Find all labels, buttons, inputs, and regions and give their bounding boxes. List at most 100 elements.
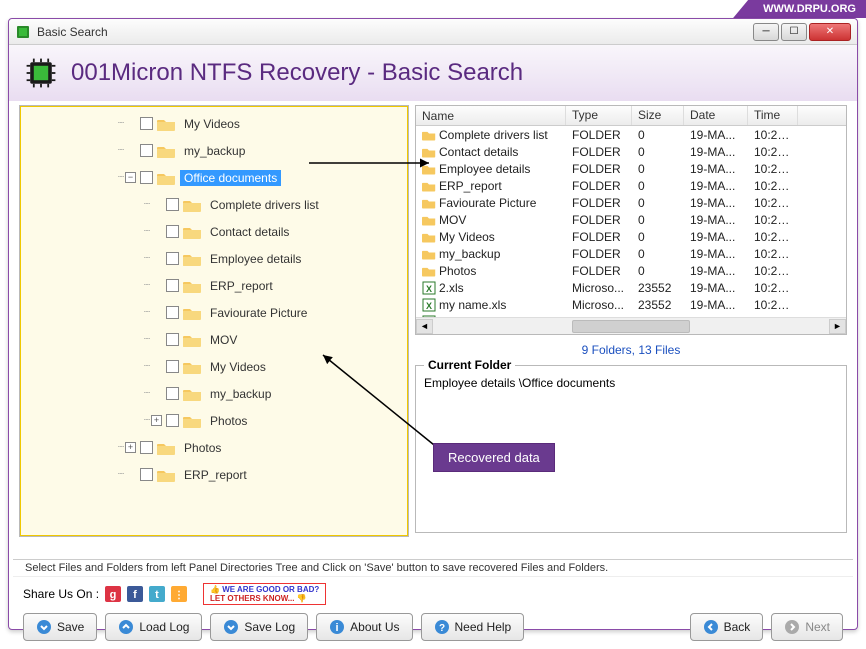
google-plus-icon[interactable]: g: [105, 586, 121, 602]
main-window: Basic Search ─ ☐ ✕ 001Micron NTFS Recove…: [8, 18, 858, 630]
cell-type: FOLDER: [566, 264, 632, 278]
twitter-icon[interactable]: t: [149, 586, 165, 602]
tree-label: Contact details: [206, 224, 293, 240]
back-button[interactable]: Back: [690, 613, 764, 641]
table-row[interactable]: MOVFOLDER019-MA...10:22:0: [416, 211, 846, 228]
tree-node[interactable]: ┈Complete drivers list: [20, 191, 408, 218]
checkbox[interactable]: [166, 306, 179, 319]
close-button[interactable]: ✕: [809, 23, 851, 41]
table-row[interactable]: ERP_reportFOLDER019-MA...10:22:0: [416, 177, 846, 194]
cell-type: FOLDER: [566, 196, 632, 210]
checkbox[interactable]: [166, 414, 179, 427]
checkbox[interactable]: [166, 387, 179, 400]
save-button[interactable]: Save: [23, 613, 97, 641]
info-icon: i: [329, 619, 345, 635]
checkbox[interactable]: [166, 252, 179, 265]
tree-node[interactable]: ┈My Videos: [20, 110, 408, 137]
cell-time: 10:22:0: [748, 179, 798, 193]
linkedin-icon[interactable]: ⋮: [171, 586, 187, 602]
cell-type: FOLDER: [566, 162, 632, 176]
scroll-left-arrow[interactable]: ◄: [416, 319, 433, 334]
checkbox[interactable]: [166, 279, 179, 292]
table-row[interactable]: Faviourate PictureFOLDER019-MA...10:22:0: [416, 194, 846, 211]
expander-icon[interactable]: +: [125, 442, 136, 453]
file-list[interactable]: Name Type Size Date Time Complete driver…: [415, 105, 847, 335]
checkbox[interactable]: [166, 225, 179, 238]
col-date[interactable]: Date: [684, 106, 748, 125]
h-scrollbar[interactable]: ◄ ►: [416, 317, 846, 334]
cell-size: 0: [632, 128, 684, 142]
col-size[interactable]: Size: [632, 106, 684, 125]
cell-date: 19-MA...: [684, 162, 748, 176]
table-row[interactable]: Xmy name.xlsMicroso...2355219-MA...10:23…: [416, 296, 846, 313]
feedback-banner[interactable]: 👍 WE ARE GOOD OR BAD? LET OTHERS KNOW...…: [203, 583, 326, 605]
tree-label: Complete drivers list: [206, 197, 323, 213]
tree-panel[interactable]: ┈My Videos┈my_backup┈−Office documents┈C…: [19, 105, 409, 537]
scroll-thumb[interactable]: [572, 320, 691, 333]
tree-node[interactable]: ┈ERP_report: [20, 272, 408, 299]
svg-text:⋮: ⋮: [174, 590, 184, 601]
tree-node[interactable]: ┈Employee details: [20, 245, 408, 272]
current-folder-title: Current Folder: [424, 358, 515, 372]
tree-label: ERP_report: [206, 278, 277, 294]
table-row[interactable]: My VideosFOLDER019-MA...10:22:0: [416, 228, 846, 245]
tree-node[interactable]: ┈my_backup: [20, 380, 408, 407]
table-row[interactable]: Complete drivers listFOLDER019-MA...10:2…: [416, 126, 846, 143]
checkbox[interactable]: [166, 360, 179, 373]
tree-node[interactable]: ┈ERP_report: [20, 461, 408, 488]
savelog-icon: [223, 619, 239, 635]
file-list-header[interactable]: Name Type Size Date Time: [416, 106, 846, 126]
table-row[interactable]: Employee detailsFOLDER019-MA...10:22:0: [416, 160, 846, 177]
tree-node[interactable]: ┈−Office documents: [20, 164, 408, 191]
table-row[interactable]: my_backupFOLDER019-MA...10:22:0: [416, 245, 846, 262]
cell-date: 19-MA...: [684, 128, 748, 142]
table-row[interactable]: Contact detailsFOLDER019-MA...10:22:0: [416, 143, 846, 160]
facebook-icon[interactable]: f: [127, 586, 143, 602]
checkbox[interactable]: [140, 144, 153, 157]
cell-time: 10:23:3: [748, 281, 798, 295]
scroll-right-arrow[interactable]: ►: [829, 319, 846, 334]
col-name[interactable]: Name: [416, 106, 566, 125]
save-log-button[interactable]: Save Log: [210, 613, 308, 641]
tree-node[interactable]: ┈MOV: [20, 326, 408, 353]
help-button[interactable]: ?Need Help: [421, 613, 525, 641]
col-type[interactable]: Type: [566, 106, 632, 125]
back-icon: [703, 619, 719, 635]
col-time[interactable]: Time: [748, 106, 798, 125]
cell-date: 19-MA...: [684, 179, 748, 193]
tree-node[interactable]: ┈my_backup: [20, 137, 408, 164]
about-button[interactable]: iAbout Us: [316, 613, 412, 641]
maximize-button[interactable]: ☐: [781, 23, 807, 41]
tree-node[interactable]: ┈+Photos: [20, 434, 408, 461]
tree-node[interactable]: ┈Faviourate Picture: [20, 299, 408, 326]
tree-label: MOV: [206, 332, 241, 348]
cell-name: ERP_report: [439, 179, 502, 193]
tree-node[interactable]: ┈Contact details: [20, 218, 408, 245]
checkbox[interactable]: [140, 441, 153, 454]
cell-name: Photos: [439, 264, 476, 278]
tree-node[interactable]: ┈My Videos: [20, 353, 408, 380]
svg-text:?: ?: [438, 623, 444, 634]
checkbox[interactable]: [140, 117, 153, 130]
checkbox[interactable]: [140, 468, 153, 481]
window-title: Basic Search: [37, 25, 753, 39]
minimize-button[interactable]: ─: [753, 23, 779, 41]
load-log-button[interactable]: Load Log: [105, 613, 202, 641]
table-row[interactable]: PhotosFOLDER019-MA...10:22:0: [416, 262, 846, 279]
expander-icon[interactable]: −: [125, 172, 136, 183]
expander-icon[interactable]: +: [151, 415, 162, 426]
cell-name: Complete drivers list: [439, 128, 548, 142]
app-header: 001Micron NTFS Recovery - Basic Search: [9, 45, 857, 101]
cell-name: 2.xls: [439, 281, 464, 295]
checkbox[interactable]: [166, 333, 179, 346]
next-button[interactable]: Next: [771, 613, 843, 641]
cell-size: 0: [632, 145, 684, 159]
tree-node[interactable]: ┈+Photos: [20, 407, 408, 434]
checkbox[interactable]: [166, 198, 179, 211]
cell-name: MOV: [439, 213, 466, 227]
app-icon: [15, 24, 31, 40]
checkbox[interactable]: [140, 171, 153, 184]
callout-recovered-data: Recovered data: [433, 443, 555, 472]
titlebar: Basic Search ─ ☐ ✕: [9, 19, 857, 45]
table-row[interactable]: X2.xlsMicroso...2355219-MA...10:23:3: [416, 279, 846, 296]
